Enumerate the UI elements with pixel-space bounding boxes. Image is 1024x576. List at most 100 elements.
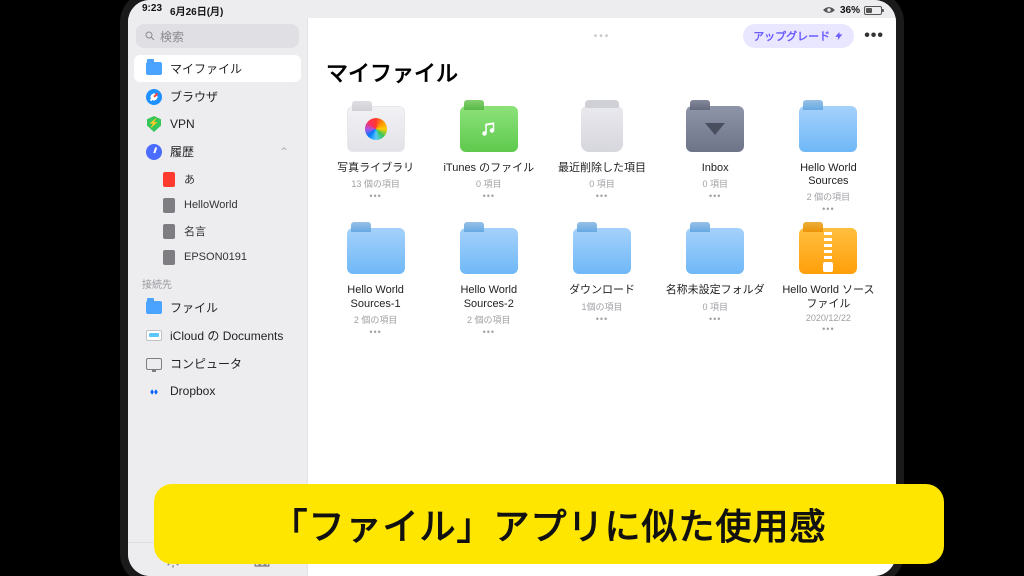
folder-icon xyxy=(457,224,521,278)
tile-name: Hello World Sources-2 xyxy=(439,284,539,310)
locations-label: 接続先 xyxy=(128,270,307,293)
tile-item[interactable]: Inbox 0 項目••• xyxy=(662,102,769,214)
sidebar-item-label: iCloud の Documents xyxy=(170,327,283,344)
status-date: 6月26日(月) xyxy=(170,3,223,18)
tile-more-button[interactable]: ••• xyxy=(596,314,608,324)
location-icloud[interactable]: iCloud の Documents xyxy=(134,322,301,349)
doc-icon xyxy=(162,198,176,212)
tile-more-button[interactable]: ••• xyxy=(483,327,495,337)
tile-meta: 2 個の項目 xyxy=(467,313,511,326)
folder-icon xyxy=(146,300,162,316)
tile-more-button[interactable]: ••• xyxy=(483,191,495,201)
topbar: ••• アップグレード ••• xyxy=(308,18,896,54)
location-files[interactable]: ファイル xyxy=(134,294,301,321)
search-placeholder: 検索 xyxy=(160,28,184,45)
drive-icon xyxy=(146,328,162,344)
upgrade-label: アップグレード xyxy=(753,28,830,44)
tile-meta: 13 個の項目 xyxy=(351,177,400,190)
sidebar-item-label: 名言 xyxy=(184,223,206,239)
folder-icon xyxy=(796,102,860,156)
more-button[interactable]: ••• xyxy=(864,27,884,45)
sidebar-item-label: ブラウザ xyxy=(170,88,218,105)
sidebar-item-vpn[interactable]: VPN xyxy=(134,111,301,137)
tile-more-button[interactable]: ••• xyxy=(369,327,381,337)
doc-icon xyxy=(162,250,176,264)
folder-icon xyxy=(683,102,747,156)
folder-icon xyxy=(344,102,408,156)
search-icon xyxy=(144,30,156,42)
tile-meta: 1個の項目 xyxy=(581,300,622,313)
folder-icon xyxy=(570,224,634,278)
doc-icon xyxy=(162,224,176,238)
history-item-0[interactable]: あ xyxy=(134,166,301,192)
location-dropbox[interactable]: ⬪⬪ Dropbox xyxy=(134,378,301,404)
status-time: 9:23 xyxy=(142,3,162,18)
tile-item[interactable]: 写真ライブラリ 13 個の項目••• xyxy=(322,102,429,214)
folder-icon xyxy=(146,61,162,77)
sidebar-item-browser[interactable]: ブラウザ xyxy=(134,83,301,110)
status-bar: 9:23 6月26日(月) 36% xyxy=(128,0,896,18)
tile-more-button[interactable]: ••• xyxy=(822,324,834,334)
history-item-3[interactable]: EPSON0191 xyxy=(134,245,301,269)
search-input[interactable]: 検索 xyxy=(136,24,299,48)
tile-item[interactable]: Hello World ソースファイル 2020/12/22••• xyxy=(775,224,882,336)
tile-item[interactable]: iTunes のファイル 0 項目••• xyxy=(435,102,542,214)
tile-item[interactable]: Hello World Sources-1 2 個の項目••• xyxy=(322,224,429,336)
tile-name: Hello World Sources xyxy=(778,162,878,188)
dropbox-icon: ⬪⬪ xyxy=(146,383,162,399)
clock-icon xyxy=(146,144,162,160)
tile-item[interactable]: 名称未設定フォルダ 0 項目••• xyxy=(662,224,769,336)
history-item-2[interactable]: 名言 xyxy=(134,218,301,244)
shield-icon xyxy=(146,116,162,132)
sidebar-item-label: EPSON0191 xyxy=(184,251,247,263)
drag-handle-icon[interactable]: ••• xyxy=(594,31,611,42)
sidebar-item-label: 履歴 xyxy=(170,143,194,160)
tile-name: ダウンロード xyxy=(569,284,635,297)
chevron-up-icon: ⌃ xyxy=(279,145,289,159)
tile-name: Inbox xyxy=(702,162,729,175)
sidebar-item-label: コンピュータ xyxy=(170,355,242,372)
tile-more-button[interactable]: ••• xyxy=(709,191,721,201)
history-item-1[interactable]: HelloWorld xyxy=(134,193,301,217)
tile-name: Hello World Sources-1 xyxy=(326,284,426,310)
folder-icon xyxy=(344,224,408,278)
tile-name: 最近削除した項目 xyxy=(558,162,646,175)
tile-name: Hello World ソースファイル xyxy=(778,284,878,310)
tile-meta: 2 個の項目 xyxy=(807,190,851,203)
monitor-icon xyxy=(146,356,162,372)
folder-icon xyxy=(683,224,747,278)
sidebar-item-label: ファイル xyxy=(170,299,218,316)
tile-name: 写真ライブラリ xyxy=(337,162,414,175)
folder-icon xyxy=(570,102,634,156)
page-title: マイファイル xyxy=(308,54,896,98)
tile-meta: 0 項目 xyxy=(476,177,502,190)
tile-meta: 0 項目 xyxy=(702,177,728,190)
tile-item[interactable]: Hello World Sources-2 2 個の項目••• xyxy=(435,224,542,336)
sidebar-item-label: Dropbox xyxy=(170,384,215,398)
location-computer[interactable]: コンピュータ xyxy=(134,350,301,377)
bolt-icon xyxy=(834,30,844,42)
tile-more-button[interactable]: ••• xyxy=(709,314,721,324)
tile-meta: 0 項目 xyxy=(702,300,728,313)
sidebar-item-history[interactable]: 履歴 ⌃ xyxy=(134,138,301,165)
doc-icon xyxy=(162,172,176,186)
tile-meta: 0 項目 xyxy=(589,177,615,190)
tile-more-button[interactable]: ••• xyxy=(369,191,381,201)
sidebar-item-label: HelloWorld xyxy=(184,199,238,211)
folder-icon xyxy=(796,224,860,278)
tile-item[interactable]: ダウンロード 1個の項目••• xyxy=(548,224,655,336)
tile-meta: 2020/12/22 xyxy=(806,313,851,323)
sidebar-item-myfiles[interactable]: マイファイル xyxy=(134,55,301,82)
folder-icon xyxy=(457,102,521,156)
upgrade-button[interactable]: アップグレード xyxy=(743,24,854,48)
safari-icon xyxy=(146,89,162,105)
privacy-icon xyxy=(822,5,836,15)
tile-name: 名称未設定フォルダ xyxy=(666,284,765,297)
tile-more-button[interactable]: ••• xyxy=(822,204,834,214)
tile-name: iTunes のファイル xyxy=(443,162,534,175)
tile-meta: 2 個の項目 xyxy=(354,313,398,326)
tile-item[interactable]: 最近削除した項目 0 項目••• xyxy=(548,102,655,214)
tile-more-button[interactable]: ••• xyxy=(596,191,608,201)
sidebar-item-label: あ xyxy=(184,171,195,187)
tile-item[interactable]: Hello World Sources 2 個の項目••• xyxy=(775,102,882,214)
